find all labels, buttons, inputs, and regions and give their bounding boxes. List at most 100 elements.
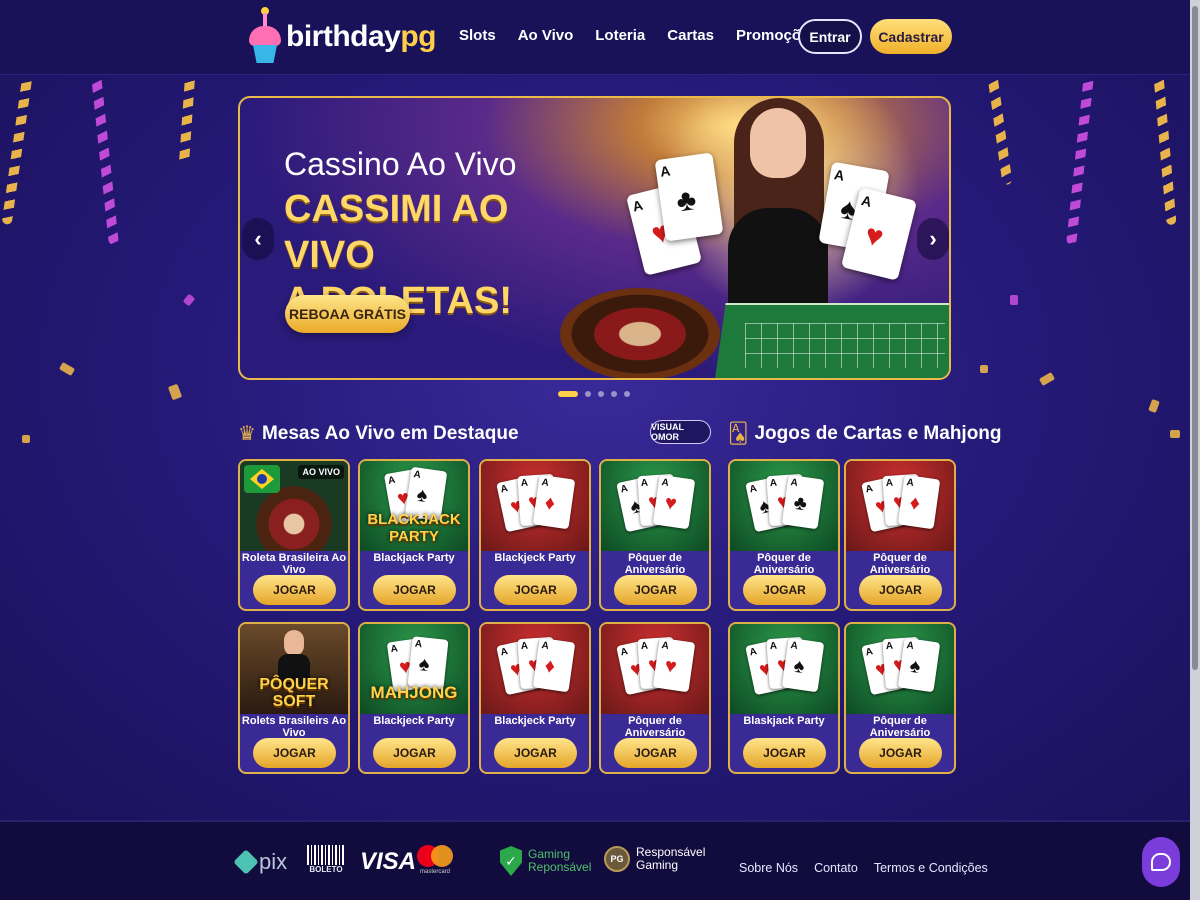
game-title: Pôquer de Aniversário xyxy=(869,552,931,576)
footer-links: Sobre Nós Contato Termos e Condições xyxy=(739,861,988,875)
nav-item-ao-vivo[interactable]: Ao Vivo xyxy=(518,27,574,44)
login-button[interactable]: Entrar xyxy=(798,19,862,54)
game-art: A ♥ A ♥ A ♠ xyxy=(846,624,954,714)
betting-grid xyxy=(745,323,945,368)
game-art-title: BLACKJACK PARTY xyxy=(367,511,461,545)
card-icon: A ♠ xyxy=(897,637,941,693)
cards-icon: 🂡 xyxy=(728,423,749,445)
card-icon: A ♠ xyxy=(407,636,449,690)
logo-text-part2: pg xyxy=(400,20,437,53)
card-games-title: Jogos de Cartas e Mahjong xyxy=(754,422,1002,444)
purple-streamer xyxy=(91,75,119,246)
game-title: Pôquer de Aniversário xyxy=(624,552,686,576)
card-icon: A ♦ xyxy=(532,474,576,530)
visa-payment-logo: VISA xyxy=(360,848,417,875)
game-title: Blackjeck Party xyxy=(494,552,576,564)
card-icon: A ♦ xyxy=(897,474,941,530)
banner-cta-button[interactable]: REBOAA GRÁTIS xyxy=(285,295,410,333)
purple-streamer xyxy=(1066,75,1094,246)
scrollbar-thumb[interactable] xyxy=(1192,6,1198,670)
banner-title-line1: CASSIMI AO VIVO xyxy=(284,188,509,276)
game-art-title: PÔQUER SOFT xyxy=(259,676,329,710)
main-nav: Slots Ao Vivo Loteria Cartas Promoções xyxy=(459,27,818,44)
gold-streamer xyxy=(1153,75,1177,226)
play-button[interactable]: JOGAR xyxy=(614,738,697,768)
confetti-piece xyxy=(22,435,30,443)
hero-banner[interactable]: A ♥ A ♣ A ♠ A ♥ Cassino Ao Vivo CASSIMI AO V… xyxy=(238,96,951,380)
play-button[interactable]: JOGAR xyxy=(253,575,336,605)
game-art: A ♠ A ♥ A ♣ xyxy=(730,461,838,551)
logo-text: birthdaypg xyxy=(286,20,437,54)
play-button[interactable]: JOGAR xyxy=(494,738,577,768)
site-logo[interactable]: birthdaypg xyxy=(248,5,437,68)
game-title: Pôquer de Aniversário xyxy=(624,715,686,739)
mastercard-payment-logo: mastercard xyxy=(415,845,455,879)
confetti-piece xyxy=(980,365,988,373)
game-art: A ♥ A ♥ A ♥ xyxy=(601,624,709,714)
footer-link-terms[interactable]: Termos e Condições xyxy=(874,861,988,875)
carousel-dot[interactable] xyxy=(585,391,591,397)
card-games-heading: 🂡 Jogos de Cartas e Mahjong xyxy=(728,421,1002,446)
play-button[interactable]: JOGAR xyxy=(859,738,942,768)
live-chat-button[interactable] xyxy=(1142,837,1180,887)
game-tile[interactable]: A ♠ A ♥ A ♥ Pôquer de Aniversário JOGAR xyxy=(599,459,711,611)
gold-streamer xyxy=(178,75,196,166)
chevron-left-icon[interactable]: ‹ xyxy=(242,218,274,260)
boleto-payment-logo: BOLETO xyxy=(306,845,346,879)
confetti-piece xyxy=(58,362,76,376)
mastercard-label: mastercard xyxy=(419,869,450,875)
play-button[interactable]: JOGAR xyxy=(494,575,577,605)
carousel-dot[interactable] xyxy=(624,391,630,397)
game-title: Blackjack Party xyxy=(373,552,455,564)
game-tile[interactable]: A ♥ A ♥ A ♦ Blackjeck Party JOGAR xyxy=(479,459,591,611)
play-button[interactable]: JOGAR xyxy=(859,575,942,605)
brazil-flag-icon xyxy=(244,465,280,493)
register-button[interactable]: Cadastrar xyxy=(870,19,952,54)
responsible-gaming-line2: Reponsável xyxy=(528,860,592,874)
play-button[interactable]: JOGAR xyxy=(373,575,456,605)
dealer-face xyxy=(750,108,806,178)
chat-icon xyxy=(1151,853,1171,871)
game-title: Pôquer de Aniversário xyxy=(753,552,815,576)
game-art: A ♥ A ♥ A ♦ xyxy=(846,461,954,551)
game-tile[interactable]: A ♥ A ♥ A ♦ Blackjeck Party JOGAR xyxy=(479,622,591,774)
footer-link-contact[interactable]: Contato xyxy=(814,861,858,875)
game-title: Blaskjack Party xyxy=(743,715,825,727)
play-button[interactable]: JOGAR xyxy=(373,738,456,768)
carousel-dot[interactable] xyxy=(558,391,578,397)
game-tile[interactable]: PÔQUER SOFT Rolets Brasileirs Ao Vivo JO… xyxy=(238,622,350,774)
play-button[interactable]: JOGAR xyxy=(743,738,826,768)
nav-item-loteria[interactable]: Loteria xyxy=(595,27,645,44)
game-art: A ♥ A ♥ A ♦ xyxy=(481,624,589,714)
play-button[interactable]: JOGAR xyxy=(743,575,826,605)
play-button[interactable]: JOGAR xyxy=(253,738,336,768)
mastercard-icon xyxy=(417,845,453,867)
carousel-dot[interactable] xyxy=(598,391,604,397)
game-tile[interactable]: AO VIVO Roleta Brasileira Ao Vivo JOGAR xyxy=(238,459,350,611)
carousel-dot[interactable] xyxy=(611,391,617,397)
game-tile[interactable]: A ♥ A ♠ BLACKJACK PARTY Blackjack Party JO… xyxy=(358,459,470,611)
see-all-button[interactable]: VISUAL OMOR xyxy=(650,420,711,444)
game-tile[interactable]: A ♥ A ♥ A ♠ Blaskjack Party JOGAR xyxy=(728,622,840,774)
gold-streamer xyxy=(1,75,33,225)
game-tile[interactable]: A ♠ A ♥ A ♣ Pôquer de Aniversário JOGAR xyxy=(728,459,840,611)
chevron-right-icon[interactable]: › xyxy=(917,218,949,260)
pg-coin-icon: PG xyxy=(604,846,630,872)
nav-item-slots[interactable]: Slots xyxy=(459,27,496,44)
live-tables-heading: ♛ Mesas Ao Vivo em Destaque xyxy=(238,421,519,446)
pg-responsible-badge: PG Responsável Gaming xyxy=(604,846,705,872)
pg-badge-line2: Gaming xyxy=(636,858,679,872)
game-tile[interactable]: A ♥ A ♥ A ♠ Pôquer de Aniversário JOGAR xyxy=(844,622,956,774)
play-button[interactable]: JOGAR xyxy=(614,575,697,605)
confetti-piece xyxy=(1010,295,1018,305)
cupcake-logo-icon xyxy=(248,5,282,65)
footer-link-about[interactable]: Sobre Nós xyxy=(739,861,798,875)
banner-subtitle: Cassino Ao Vivo xyxy=(284,146,517,182)
game-art: PÔQUER SOFT xyxy=(240,624,348,714)
game-tile[interactable]: A ♥ A ♥ A ♥ Pôquer de Aniversário JOGAR xyxy=(599,622,711,774)
game-art: A ♥ A ♥ A ♦ xyxy=(481,461,589,551)
game-tile[interactable]: A ♥ A ♥ A ♦ Pôquer de Aniversário JOGAR xyxy=(844,459,956,611)
responsible-gaming-badge: ✓ Gaming Reponsável xyxy=(500,846,591,876)
game-tile[interactable]: A ♥ A ♠ MAHJONG Blackjeck Party JOGAR xyxy=(358,622,470,774)
nav-item-cartas[interactable]: Cartas xyxy=(667,27,714,44)
